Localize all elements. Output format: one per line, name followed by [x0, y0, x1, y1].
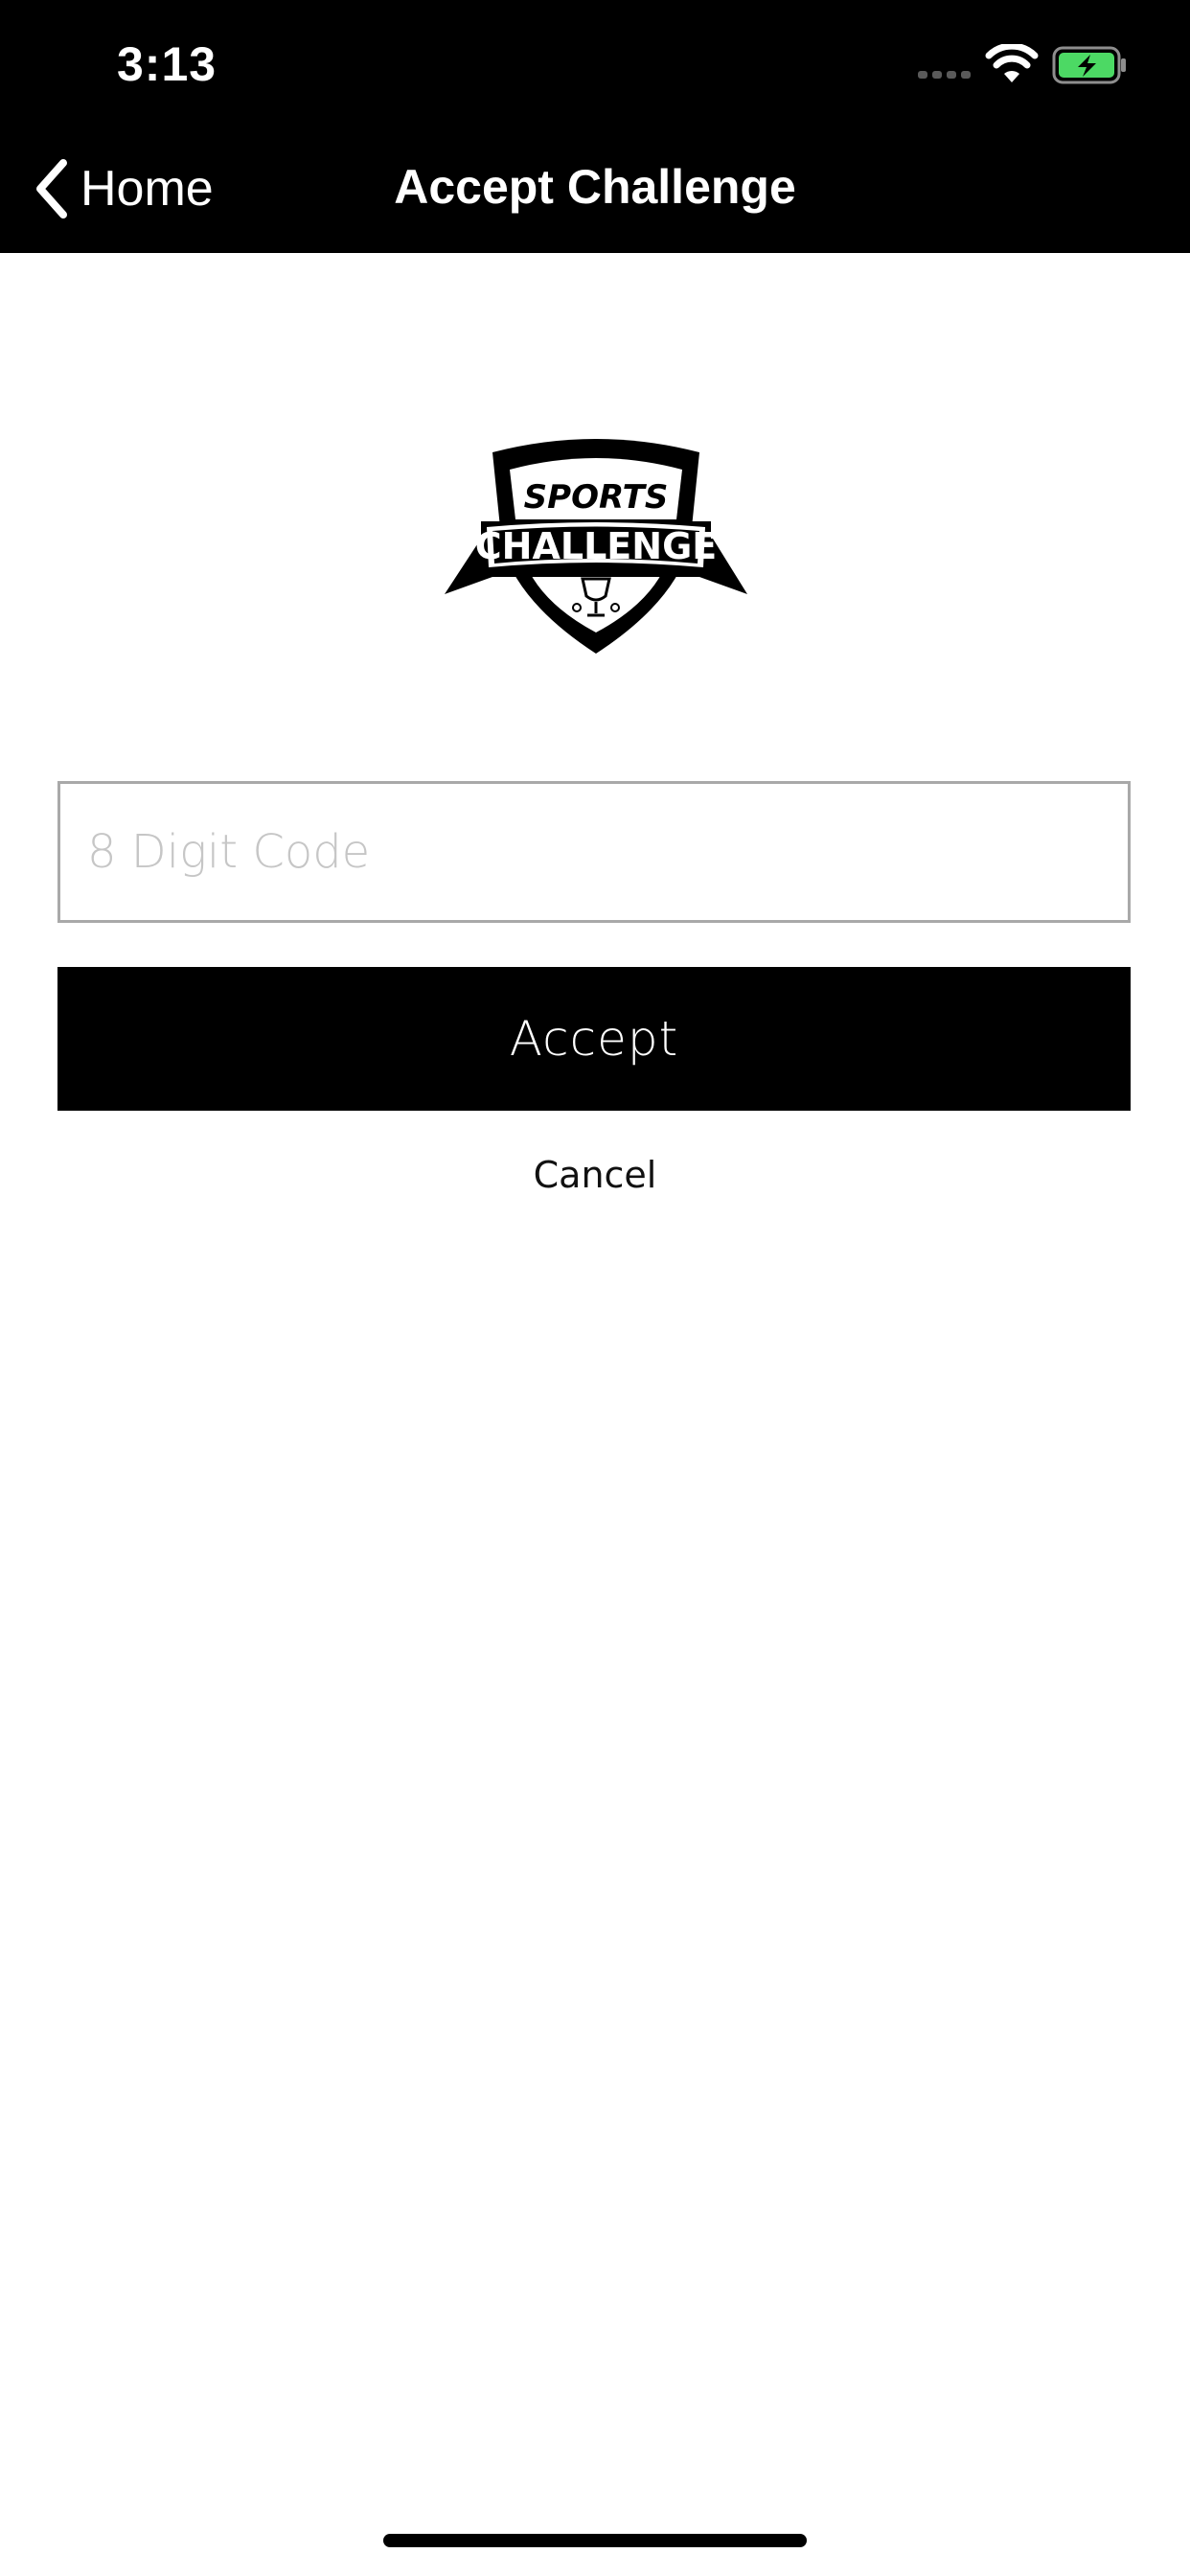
page-title: Accept Challenge [394, 160, 796, 214]
code-input[interactable] [57, 781, 1131, 923]
cellular-signal-icon [918, 71, 971, 79]
logo-line-1: SPORTS [524, 478, 669, 517]
status-time: 3:13 [117, 37, 217, 91]
accept-button[interactable]: Accept [57, 967, 1131, 1111]
home-indicator[interactable] [383, 2534, 807, 2547]
top-bar: 3:13 Home Accept Challenge [0, 0, 1190, 253]
battery-charging-icon [1052, 46, 1126, 84]
logo-line-2: CHALLENGE [475, 525, 717, 567]
cancel-button[interactable]: Cancel [0, 1154, 1190, 1196]
wifi-icon [985, 44, 1039, 82]
sports-challenge-logo: SPORTS CHALLENGE [445, 439, 747, 654]
